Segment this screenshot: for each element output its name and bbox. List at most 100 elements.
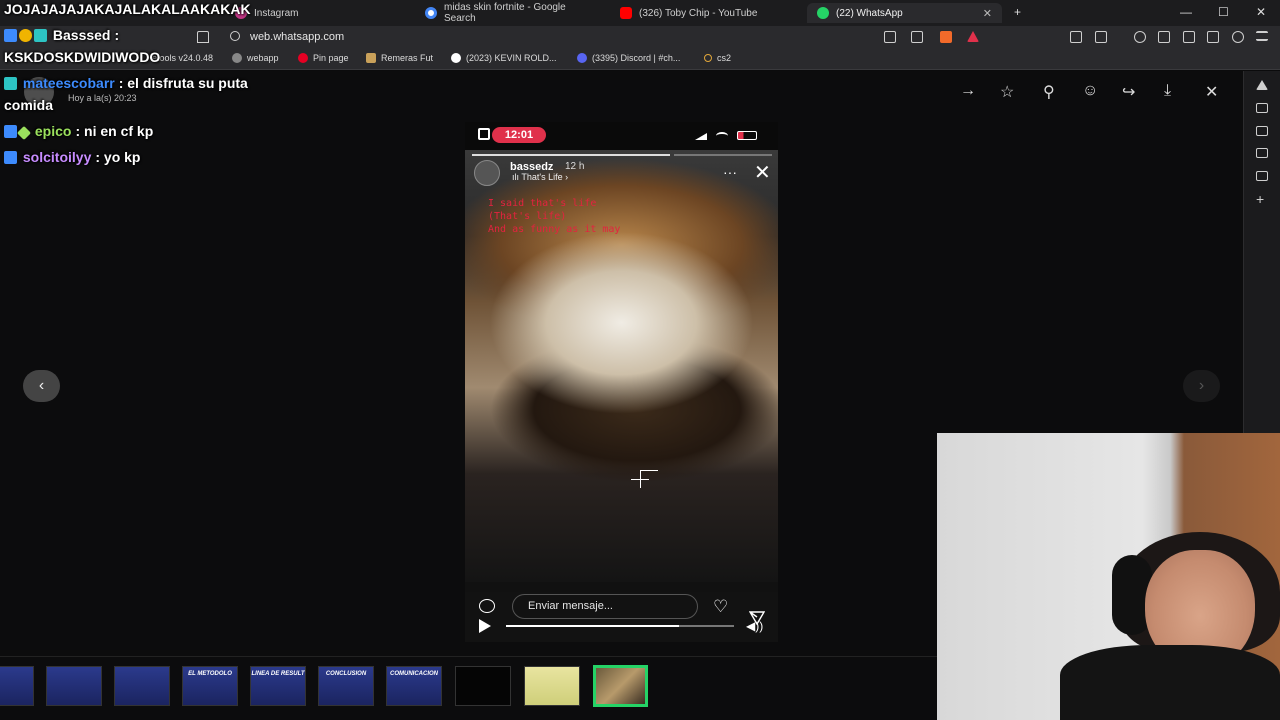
chat-message: comida [4, 97, 53, 113]
thumbnail[interactable]: COMUNICACION [386, 666, 442, 706]
tab-label: midas skin fortnite - Google Search [444, 2, 566, 24]
send-icon[interactable] [749, 599, 765, 625]
story-close-icon[interactable]: ✕ [754, 160, 771, 185]
url-field[interactable]: web.whatsapp.com [250, 31, 344, 43]
story-posted-time: 12 h [565, 161, 585, 172]
new-tab-button[interactable]: + [1014, 5, 1021, 19]
leo-ai-icon[interactable] [1256, 80, 1268, 90]
wallet-icon[interactable] [1095, 31, 1107, 43]
chat-text: : ni en cf kp [75, 123, 154, 139]
wifi-icon [716, 132, 728, 140]
volume-icon[interactable]: ◀)) [746, 619, 763, 633]
leo-icon[interactable] [1207, 31, 1219, 43]
cast-icon[interactable] [884, 31, 896, 43]
notes-icon[interactable] [1256, 171, 1268, 181]
maximize-button[interactable]: ☐ [1218, 5, 1229, 19]
lyric-line: I said that's life [488, 198, 597, 209]
tab-label: (22) WhatsApp [836, 7, 903, 19]
pin-icon[interactable]: ⚲ [1043, 82, 1055, 102]
bookmark-kevin[interactable]: (2023) KEVIN ROLD... [451, 53, 557, 63]
history-icon[interactable] [1256, 148, 1268, 158]
add-panel-icon[interactable]: + [1256, 192, 1268, 206]
close-viewer-icon[interactable]: ✕ [1205, 82, 1218, 102]
bookmark-pin-page[interactable]: Pin page [298, 53, 349, 63]
bookmark-remeras-fut[interactable]: Remeras Fut [366, 53, 433, 63]
tab-google-search[interactable]: midas skin fortnite - Google Search [415, 2, 610, 24]
globe-icon [232, 53, 242, 63]
thumbnail[interactable] [46, 666, 102, 706]
thumbnail[interactable] [0, 666, 34, 706]
extensions-icon[interactable] [1070, 31, 1082, 43]
reading-list-icon[interactable] [1256, 103, 1268, 113]
store-icon [366, 53, 376, 63]
sidebar-icon[interactable] [1158, 31, 1170, 43]
google-icon [451, 53, 461, 63]
badge-icon [16, 125, 32, 141]
chat-message: mateescobarr: el disfruta su puta [4, 75, 248, 91]
site-info-icon[interactable] [230, 31, 240, 41]
window-close-button[interactable]: ✕ [1256, 5, 1266, 19]
bookmark-icon[interactable] [197, 31, 209, 43]
bookmark-label: cs2 [717, 53, 732, 63]
play-icon[interactable] [479, 619, 491, 633]
youtube-icon [620, 7, 632, 19]
forward-icon[interactable]: → [960, 82, 976, 100]
chat-message: KSKDOSKDWIDIWODO [4, 49, 164, 65]
chat-message: Basssed: [4, 27, 119, 43]
key-icon [704, 54, 712, 62]
pinterest-icon [298, 53, 308, 63]
signal-icon [695, 133, 707, 140]
tab-label: (326) Toby Chip - YouTube [639, 7, 758, 19]
chat-text: comida [4, 97, 54, 113]
thumbnail[interactable] [114, 666, 170, 706]
next-button[interactable]: › [1183, 370, 1220, 402]
thumbnail[interactable] [455, 666, 511, 706]
vpn-icon[interactable] [1232, 31, 1244, 43]
story-avatar[interactable] [474, 160, 500, 186]
chat-username: solcitoilyy [22, 149, 92, 165]
rewards-icon[interactable] [967, 31, 979, 42]
bookmark-discord[interactable]: (3395) Discord | #ch... [577, 53, 680, 63]
story-progress-bar-done [472, 154, 670, 156]
fullscreen-icon[interactable] [478, 128, 490, 140]
brave-shield-icon[interactable] [940, 31, 952, 43]
thumbnail[interactable] [524, 666, 580, 706]
seek-bar-fill [506, 625, 680, 627]
share-icon[interactable] [911, 31, 923, 43]
thumbnail[interactable]: EL METODOLO [182, 666, 238, 706]
like-heart-icon[interactable]: ♡ [713, 597, 728, 617]
story-progress-bar-current [674, 154, 772, 156]
whatsapp-icon [817, 7, 829, 19]
phone-time: 12:01 [492, 127, 546, 143]
reply-message-input[interactable]: Enviar mensaje... [512, 594, 698, 619]
more-options-icon[interactable]: ··· [723, 164, 737, 180]
thumbnail[interactable]: CONCLUSION [318, 666, 374, 706]
tab-youtube[interactable]: (326) Toby Chip - YouTube [610, 3, 805, 23]
comment-icon[interactable] [479, 599, 495, 613]
media-icon[interactable] [1134, 31, 1146, 43]
badge-icon [4, 29, 17, 42]
tab-close-icon[interactable]: ✕ [983, 7, 992, 20]
thumbnail[interactable]: LINEA DE RESULT [250, 666, 306, 706]
lyric-line: And as funny as it may [488, 224, 621, 235]
chat-username: epico [34, 123, 72, 139]
previous-button[interactable]: ‹ [23, 370, 60, 402]
bookmark-cs2[interactable]: cs2 [704, 53, 731, 63]
download-icon[interactable]: ⤓ [1164, 82, 1171, 100]
battery-icon [737, 131, 757, 140]
emoji-icon[interactable]: ☺ [1082, 82, 1098, 100]
bookmarks-panel-icon[interactable] [1256, 126, 1268, 136]
google-icon [425, 7, 437, 19]
chat-text: : [114, 27, 120, 43]
story-song[interactable]: ılı That's Life › [512, 172, 568, 182]
thumbnail-selected[interactable] [593, 665, 648, 707]
star-icon[interactable]: ☆ [1000, 82, 1014, 102]
badge-icon [34, 29, 47, 42]
minimize-button[interactable]: — [1180, 5, 1192, 19]
tab-whatsapp[interactable]: (22) WhatsApp ✕ [807, 3, 1002, 23]
bookmark-label: Pin page [313, 53, 349, 63]
tab-search-icon[interactable] [1183, 31, 1195, 43]
share-forward-icon[interactable]: ↪ [1122, 82, 1135, 102]
menu-icon[interactable] [1256, 31, 1268, 41]
bookmark-webapp[interactable]: webapp [232, 53, 279, 63]
